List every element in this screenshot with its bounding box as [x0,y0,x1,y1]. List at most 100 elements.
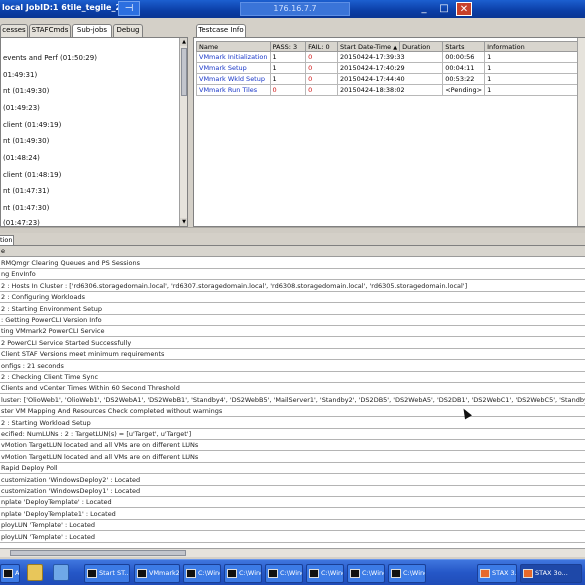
log-line[interactable]: customization 'WindowsDeploy1' : Located [0,486,585,497]
tree-vertical-scrollbar[interactable]: ▲ ▼ [179,38,187,226]
scrollbar-thumb[interactable] [10,550,186,556]
table-row[interactable]: VMmark Run Tiles 0 0 20150424-18:38:02 <… [196,84,584,96]
log-line[interactable]: customization 'WindowsDeploy2' : Located [0,475,585,486]
tree-item[interactable]: client (01:48:19) [3,171,61,179]
testcase-name[interactable]: VMmark Initialization [196,51,271,63]
panel-splitter[interactable] [0,227,585,233]
table-row[interactable]: VMmark Setup 1 0 20150424-17:40:29 00:04… [196,62,584,74]
log-line[interactable]: ecified: NumLUNs : 2 : TargetLUN(s) = [u… [0,429,585,440]
log-line[interactable]: nplate 'DeployTemplate' : Located [0,497,585,509]
log-line[interactable]: 2 : Configuring Workloads [0,292,585,304]
tree-item[interactable]: nt (01:49:30) [3,87,49,95]
tree-item[interactable]: nt (01:47:31) [3,187,49,195]
col-fail[interactable]: FAIL: 0 [305,41,339,52]
pass-count: 0 [269,84,307,96]
tree-item[interactable]: nt (01:47:30) [3,204,49,212]
taskbar-button[interactable]: C:\Wind... [224,564,262,583]
log-line[interactable]: Client STAF Versions meet minimum requir… [0,349,585,361]
tree-item[interactable]: (01:48:24) [3,154,40,162]
log-line[interactable]: vMotion TargetLUN located and all VMs ar… [0,440,585,452]
log-line[interactable]: vMotion TargetLUN located and all VMs ar… [0,452,585,463]
log-line[interactable]: ployLUN 'Template' : Located [0,520,585,532]
log-line[interactable]: RMQmgr Clearing Queues and PS Sessions [0,258,585,269]
network-icon[interactable] [53,564,69,581]
taskbar-button[interactable]: VMmark2... [134,564,180,583]
fail-count: 0 [305,73,339,85]
testcase-name[interactable]: VMmark Run Tiles [196,84,271,96]
start-date-time: 20150424-17:44:40 [337,73,444,85]
log-line[interactable]: nplate 'DeployTemplate1' : Located [0,509,585,520]
terminal-icon [309,568,319,578]
log-column-header[interactable]: e [0,246,585,257]
taskbar-button[interactable]: C:\Wind... [265,564,303,583]
taskbar-button[interactable]: STAX 3o... [520,564,582,583]
log-line[interactable]: Rapid Deploy Poll [0,463,585,475]
tab-messages[interactable]: tion [0,235,14,245]
col-duration[interactable]: Duration [399,41,444,52]
log-line[interactable]: luster: ['OlioWeb1', 'OlioWeb1', 'DS2Web… [0,395,585,406]
pass-count: 1 [269,62,307,74]
tab-stafcmds[interactable]: STAFCmds [29,24,71,37]
duration: 00:53:22 [442,73,486,85]
table-vertical-scrollbar[interactable] [577,38,585,226]
taskbar-button-label: C:\Wind... [280,569,302,577]
taskbar-button-label: C:\Wind... [362,569,384,577]
tab-sub-jobs[interactable]: Sub-jobs [72,24,112,38]
log-line[interactable]: 2 : Checking Client Time Sync [0,372,585,383]
taskbar-button[interactable]: C:\Wind... [388,564,426,583]
maximize-button[interactable]: □ [436,2,452,16]
terminal-icon [268,568,278,578]
testcase-name[interactable]: VMmark Wkld Setup [196,73,271,85]
log-horizontal-scrollbar[interactable] [0,548,585,557]
taskbar-button[interactable]: C:\Wind... [347,564,385,583]
col-information[interactable]: Information [484,41,579,52]
log-line[interactable]: onfigs : 21 seconds [0,361,585,372]
taskbar-button[interactable]: Adminstr... [0,564,20,583]
taskbar-button[interactable]: Start ST... [84,564,130,583]
tree-item[interactable]: client (01:49:19) [3,121,61,129]
log-line[interactable]: ng EnvInfo [0,269,585,281]
col-name[interactable]: Name [196,41,271,52]
log-line[interactable]: 2 : Hosts In Cluster : ['rd6306.storaged… [0,281,585,292]
fail-count: 0 [305,51,339,63]
taskbar-button[interactable]: C:\Wind... [306,564,344,583]
log-line[interactable]: ployLUN 'Template' : Located [0,532,585,543]
tab-debug[interactable]: Debug [113,24,143,37]
log-line[interactable]: Clients and vCenter Times Within 60 Seco… [0,383,585,395]
table-row[interactable]: VMmark Wkld Setup 1 0 20150424-17:44:40 … [196,73,584,85]
process-tree-panel: events and Perf (01:50:29) 01:49:31) nt … [0,37,188,227]
taskbar-button-label: Adminstr... [15,569,20,577]
log-line[interactable]: : Getting PowerCLI Version Info [0,315,585,326]
tab-processes[interactable]: cesses [0,24,28,37]
tree-item[interactable]: nt (01:49:30) [3,137,49,145]
testcase-name[interactable]: VMmark Setup [196,62,271,74]
minimize-button[interactable]: _ [416,2,432,16]
log-line[interactable]: 2 : Starting Workload Setup [0,418,585,429]
terminal-icon [186,568,196,578]
col-starts[interactable]: Starts [442,41,486,52]
start-date-time: 20150424-18:38:02 [337,84,444,96]
starts: 1 [484,73,579,85]
log-line[interactable]: 2 : Starting Environment Setup [0,304,585,315]
pin-icon[interactable]: ⊣ [118,1,140,16]
close-button[interactable]: ✕ [456,2,472,16]
log-line[interactable]: ster VM Mapping And Resources Check comp… [0,406,585,418]
col-pass[interactable]: PASS: 3 [269,41,307,52]
col-start-date-time[interactable]: Start Date-Time ▲ [337,41,401,52]
tab-testcase-info[interactable]: Testcase Info [196,24,246,37]
taskbar-button[interactable]: C:\Wind... [183,564,221,583]
tree-item[interactable]: 01:49:31) [3,71,37,79]
duration: 00:00:56 [442,51,486,63]
pass-count: 1 [269,73,307,85]
log-line[interactable]: ting VMmark2 PowerCLI Service [0,326,585,338]
table-row[interactable]: VMmark Initialization 1 0 20150424-17:39… [196,51,584,63]
scrollbar-thumb[interactable] [181,48,187,96]
taskbar-button[interactable]: STAX 3.1... [477,564,517,583]
scroll-down-arrow-icon[interactable]: ▼ [180,218,187,226]
tree-item[interactable]: (01:47:23) [3,219,40,226]
folder-icon[interactable] [27,564,43,581]
tree-item[interactable]: events and Perf (01:50:29) [3,54,97,62]
tree-item[interactable]: (01:49:23) [3,104,40,112]
scroll-up-arrow-icon[interactable]: ▲ [180,38,187,46]
log-line[interactable]: 2 PowerCLI Service Started Successfully [0,338,585,349]
